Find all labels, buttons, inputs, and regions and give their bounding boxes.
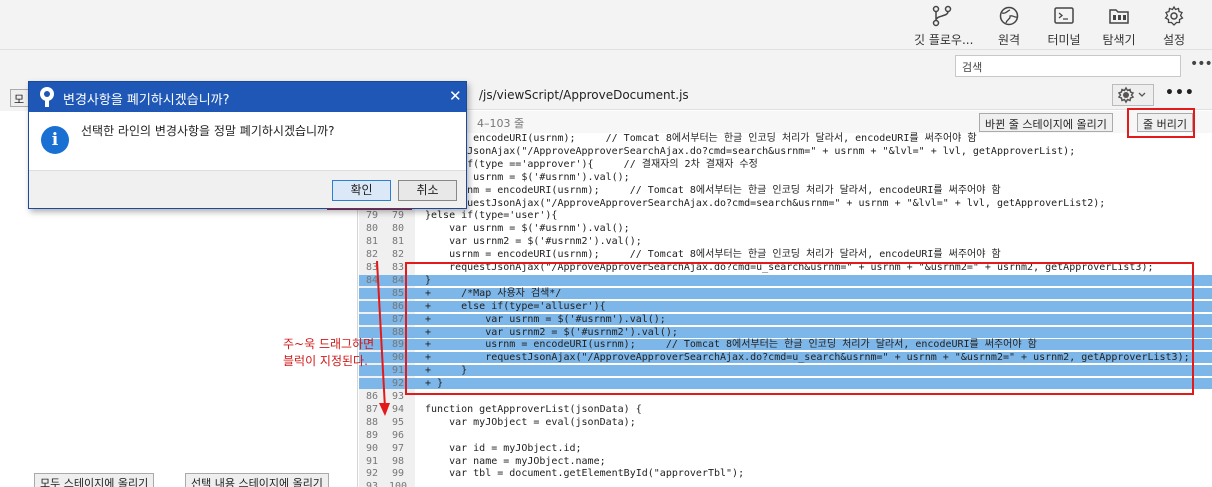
dialog-titlebar: 변경사항을 폐기하시겠습니까? ✕ — [29, 82, 466, 112]
code-line[interactable]: }else if(type =='approver'){ // 결재자의 2차 … — [359, 159, 1212, 170]
code-text: var usrnm2 = $('#usrnm2').val(); — [425, 236, 642, 248]
diff-options-button[interactable] — [1112, 84, 1154, 106]
file-header: /js/viewScript/ApproveDocument.js ••• — [359, 83, 1212, 110]
code-line[interactable]: 80 80 var usrnm = $('#usrnm').val(); — [359, 223, 1212, 234]
code-line[interactable]: requestJsonAjax("/ApproveApproverSearchA… — [359, 146, 1212, 157]
confirm-button[interactable]: 확인 — [332, 180, 391, 201]
dialog-title: 변경사항을 폐기하시겠습니까? — [63, 93, 230, 108]
old-line-number: 89 — [365, 429, 379, 441]
old-line-number: 81 — [365, 236, 379, 248]
old-line-number: 90 — [365, 442, 379, 454]
terminal-button[interactable]: 터미널 — [1036, 2, 1092, 48]
dialog-body: i 선택한 라인의 변경사항을 정말 폐기하시겠습니까? — [29, 112, 466, 170]
drag-arrow-icon — [376, 260, 390, 416]
stage-lines-button[interactable]: 바뀐 줄 스테이지에 올리기 — [979, 113, 1113, 132]
file-path: /js/viewScript/ApproveDocument.js — [479, 88, 689, 102]
old-line-number: 80 — [365, 223, 379, 235]
more-options-icon[interactable]: ••• — [1190, 56, 1212, 72]
code-line[interactable]: 93 100 — [359, 481, 1212, 487]
code-line[interactable]: 91 98 var name = myJObject.name; — [359, 456, 1212, 467]
code-text: usrnm = encodeURI(usrnm); // Tomcat 8에서부… — [425, 249, 1001, 261]
code-line[interactable]: 89 96 — [359, 430, 1212, 441]
code-line[interactable]: 88 95 var myJObject = eval(jsonData); — [359, 417, 1212, 428]
hunk-range: 4–103 줄 — [477, 117, 525, 130]
settings-button[interactable]: 설정 — [1146, 2, 1202, 48]
new-line-number: 100 — [388, 481, 408, 487]
code-text: var id = myJObject.id; — [425, 442, 582, 454]
remote-label: 원격 — [997, 33, 1021, 47]
code-text: requestJsonAjax("/ApproveApproverSearchA… — [425, 197, 1106, 209]
new-line-number: 99 — [391, 468, 405, 480]
new-line-number: 80 — [391, 223, 405, 235]
code-line[interactable]: 90 97 var id = myJObject.id; — [359, 443, 1212, 454]
code-text: var usrnm = $('#usrnm').val(); — [425, 223, 630, 235]
code-text: usrnm = encodeURI(usrnm); // Tomcat 8에서부… — [425, 133, 977, 144]
git-flow-label: 깃 플로우... — [914, 33, 974, 47]
code-text: requestJsonAjax("/ApproveApproverSearchA… — [425, 145, 1076, 157]
terminal-icon — [1054, 7, 1074, 24]
old-line-number: 92 — [365, 468, 379, 480]
annotation-line-2: 블럭이 지정된다. — [283, 354, 368, 368]
explorer-button[interactable]: 탐색기 — [1091, 2, 1147, 48]
git-flow-icon — [932, 5, 952, 27]
new-line-number: 98 — [391, 455, 405, 467]
explorer-icon — [1109, 9, 1129, 24]
old-line-number: 93 — [365, 481, 379, 487]
stage-all-button[interactable]: 모두 스테이지에 올리기 — [34, 473, 155, 487]
code-text: }else if(type =='approver'){ // 결재자의 2차 … — [425, 158, 758, 170]
old-line-number: 91 — [365, 455, 379, 467]
code-line[interactable]: 87 94 function getApproverList(jsonData) { — [359, 404, 1212, 415]
code-text: usrnm = encodeURI(usrnm); // Tomcat 8에서부… — [425, 184, 1001, 196]
annotation-line-1: 주~욱 드래그하면 — [283, 337, 375, 351]
toolbar: 깃 플로우... 원격 터미널 탐색기 설정 — [0, 0, 1212, 50]
code-line[interactable]: var usrnm = $('#usrnm').val(); — [359, 172, 1212, 183]
code-text: }else if(type='user'){ — [425, 210, 558, 222]
code-line[interactable]: 82 82 usrnm = encodeURI(usrnm); // Tomcat… — [359, 249, 1212, 260]
drag-annotation: 주~욱 드래그하면 블럭이 지정된다. — [283, 336, 374, 370]
code-line[interactable]: requestJsonAjax("/ApproveApproverSearchA… — [359, 198, 1212, 209]
terminal-label: 터미널 — [1047, 33, 1081, 47]
remote-button[interactable]: 원격 — [981, 2, 1037, 48]
stage-selected-button[interactable]: 선택 내용 스테이지에 올리기 — [185, 473, 329, 487]
info-icon: i — [41, 126, 69, 154]
left-top-button[interactable]: 모 — [10, 89, 30, 107]
more-icon[interactable]: ••• — [1165, 85, 1195, 101]
code-text: function getApproverList(jsonData) { — [425, 403, 642, 415]
highlight-discard-button — [1127, 108, 1195, 138]
code-text: var myJObject = eval(jsonData); — [425, 416, 636, 428]
close-icon[interactable]: ✕ — [449, 87, 462, 105]
code-line[interactable]: usrnm = encodeURI(usrnm); // Tomcat 8에서부… — [359, 185, 1212, 196]
discard-confirm-dialog: 변경사항을 폐기하시겠습니까? ✕ i 선택한 라인의 변경사항을 정말 폐기하… — [28, 81, 467, 209]
search-input[interactable]: 검색 — [955, 55, 1181, 77]
old-line-number: 79 — [365, 210, 379, 222]
gear-icon — [1117, 86, 1146, 104]
code-line[interactable]: 81 81 var usrnm2 = $('#usrnm2').val(); — [359, 236, 1212, 247]
highlight-selected-lines — [405, 262, 1194, 395]
settings-label: 설정 — [1162, 33, 1186, 47]
sourcetree-icon — [40, 87, 54, 107]
dialog-footer: 확인 취소 — [29, 170, 466, 208]
new-line-number: 97 — [391, 442, 405, 454]
globe-icon — [999, 6, 1019, 26]
search-row: 검색 ••• — [0, 50, 1212, 83]
gear-icon — [1164, 5, 1184, 26]
code-text: var name = myJObject.name; — [425, 455, 606, 467]
explorer-label: 탐색기 — [1102, 33, 1136, 47]
code-line[interactable]: usrnm = encodeURI(usrnm); // Tomcat 8에서부… — [359, 133, 1212, 144]
new-line-number: 96 — [391, 429, 405, 441]
new-line-number: 79 — [391, 210, 405, 222]
code-line[interactable]: 92 99 var tbl = document.getElementById("… — [359, 468, 1212, 479]
hunk-header: 4–103 줄 바뀐 줄 스테이지에 올리기 줄 버리기 — [359, 111, 1212, 133]
new-line-number: 81 — [391, 236, 405, 248]
dialog-message: 선택한 라인의 변경사항을 정말 폐기하시겠습니까? — [81, 124, 335, 138]
git-flow-button[interactable]: 깃 플로우... — [914, 2, 974, 48]
code-line[interactable]: 79 79 }else if(type='user'){ — [359, 210, 1212, 221]
code-text: var tbl = document.getElementById("appro… — [425, 468, 745, 480]
cancel-button[interactable]: 취소 — [398, 180, 457, 201]
